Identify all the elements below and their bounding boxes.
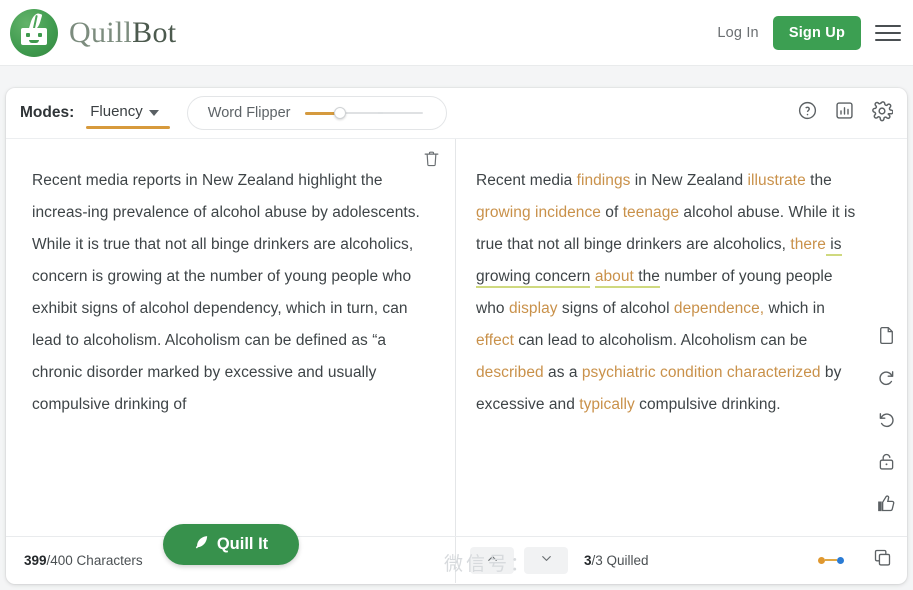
output-segment: in New Zealand xyxy=(630,172,748,189)
modes-label: Modes: xyxy=(20,104,75,121)
output-segment: described xyxy=(476,364,544,381)
legend-dot-blue xyxy=(837,556,844,564)
logo-robot-face xyxy=(21,27,47,45)
logo-mouth xyxy=(29,39,39,43)
output-segment: findings xyxy=(576,172,631,189)
output-panel[interactable]: Recent media findings in New Zealand ill… xyxy=(456,139,907,536)
quill-it-label: Quill It xyxy=(216,535,269,553)
help-circle-icon[interactable] xyxy=(797,100,818,126)
login-link[interactable]: Log In xyxy=(717,25,759,41)
input-text[interactable]: Recent media reports in New Zealand high… xyxy=(6,139,455,431)
output-segment: illustrate xyxy=(747,172,806,189)
previous-version-button[interactable] xyxy=(470,546,514,574)
modes-toolbar: Modes: Fluency Word Flipper xyxy=(6,88,907,138)
output-segment: can lead to alcoholism. Alcoholism can b… xyxy=(513,332,808,349)
mode-selector-label: Fluency xyxy=(90,103,143,120)
output-segment: the xyxy=(805,172,832,189)
hamburger-bar-1 xyxy=(875,24,901,27)
quill-it-button[interactable]: Quill It xyxy=(162,524,299,565)
feather-icon xyxy=(193,534,210,556)
output-segment: growing incidence xyxy=(476,204,601,221)
quilled-count-current: 3 xyxy=(584,552,592,568)
quilled-count-total: /3 Quilled xyxy=(591,552,649,568)
next-version-button[interactable] xyxy=(524,546,568,574)
character-count-total: /400 Characters xyxy=(46,552,143,568)
output-segment: there xyxy=(790,236,826,253)
footer-left: 399/400 Characters Quill It xyxy=(6,524,456,583)
output-action-rail xyxy=(865,325,907,519)
chevron-down-icon xyxy=(539,551,554,569)
gear-icon[interactable] xyxy=(871,100,894,127)
lock-icon[interactable] xyxy=(876,451,897,477)
mode-active-underline xyxy=(86,126,171,129)
site-header: QuillBot Log In Sign Up xyxy=(0,0,913,66)
header-actions: Log In Sign Up xyxy=(717,15,901,50)
footer-right: 3/3 Quilled xyxy=(456,537,907,583)
word-flipper-control[interactable]: Word Flipper xyxy=(186,96,447,130)
legend-dot-orange xyxy=(818,556,825,564)
color-legend-icon[interactable] xyxy=(818,556,844,564)
input-panel[interactable]: Recent media reports in New Zealand high… xyxy=(6,139,456,536)
quilled-count: 3/3 Quilled xyxy=(584,553,649,568)
hamburger-bar-3 xyxy=(875,38,901,41)
copy-icon[interactable] xyxy=(872,547,893,573)
paraphraser-card: Modes: Fluency Word Flipper Recent media… xyxy=(6,88,907,584)
output-segment: is xyxy=(825,236,842,256)
document-icon[interactable] xyxy=(876,325,897,351)
brand-name-quill: Quill xyxy=(69,15,133,49)
output-text[interactable]: Recent media findings in New Zealand ill… xyxy=(456,139,907,431)
output-segment: as a xyxy=(543,364,582,381)
app-root: QuillBot Log In Sign Up Modes: Fluency W… xyxy=(0,0,913,590)
output-segment: effect xyxy=(476,332,514,349)
redo-icon[interactable] xyxy=(876,367,897,393)
brand-name-bot: Bot xyxy=(132,15,177,49)
output-segment: display xyxy=(508,300,558,317)
slider-thumb[interactable] xyxy=(333,107,346,119)
slider-tick xyxy=(377,112,383,114)
logo-eye-left xyxy=(26,32,30,37)
hamburger-bar-2 xyxy=(875,31,901,34)
output-segment: typically xyxy=(579,396,635,413)
output-segment: the xyxy=(633,268,660,288)
trash-icon[interactable] xyxy=(422,149,441,173)
output-segment: compulsive drinking. xyxy=(634,396,781,413)
brand[interactable]: QuillBot xyxy=(10,8,176,57)
output-segment: teenage xyxy=(622,204,680,221)
word-flipper-slider[interactable] xyxy=(304,106,423,120)
output-segment: Recent media xyxy=(476,172,577,189)
quillbot-robot-logo xyxy=(10,8,58,57)
output-segment: growing concern xyxy=(476,268,591,288)
output-segment: about xyxy=(594,268,634,288)
bar-chart-icon[interactable] xyxy=(834,100,855,126)
output-segment: of xyxy=(600,204,623,221)
toolbar-icons xyxy=(797,100,894,127)
legend-connector xyxy=(825,559,837,561)
editor-panels: Recent media reports in New Zealand high… xyxy=(6,138,907,584)
character-count: 399/400 Characters xyxy=(24,553,143,568)
output-segment: which in xyxy=(764,300,825,317)
undo-icon[interactable] xyxy=(876,409,897,435)
output-segment: dependence, xyxy=(673,300,765,317)
chevron-up-icon xyxy=(485,551,500,569)
hamburger-menu-icon[interactable] xyxy=(875,23,901,43)
brand-name: QuillBot xyxy=(69,16,176,50)
mode-selector-fluency[interactable]: Fluency xyxy=(86,103,171,129)
word-flipper-label: Word Flipper xyxy=(207,105,291,121)
chevron-down-icon xyxy=(148,109,159,116)
editor-footer: 399/400 Characters Quill It 3/3 Quilled xyxy=(6,524,907,583)
output-segment: psychiatric condition characterized xyxy=(581,364,821,381)
thumbs-up-icon[interactable] xyxy=(876,493,897,519)
logo-eye-right xyxy=(38,32,42,37)
character-count-current: 399 xyxy=(24,552,47,568)
output-segment: signs of alcohol xyxy=(557,300,674,317)
signup-button[interactable]: Sign Up xyxy=(772,15,861,50)
